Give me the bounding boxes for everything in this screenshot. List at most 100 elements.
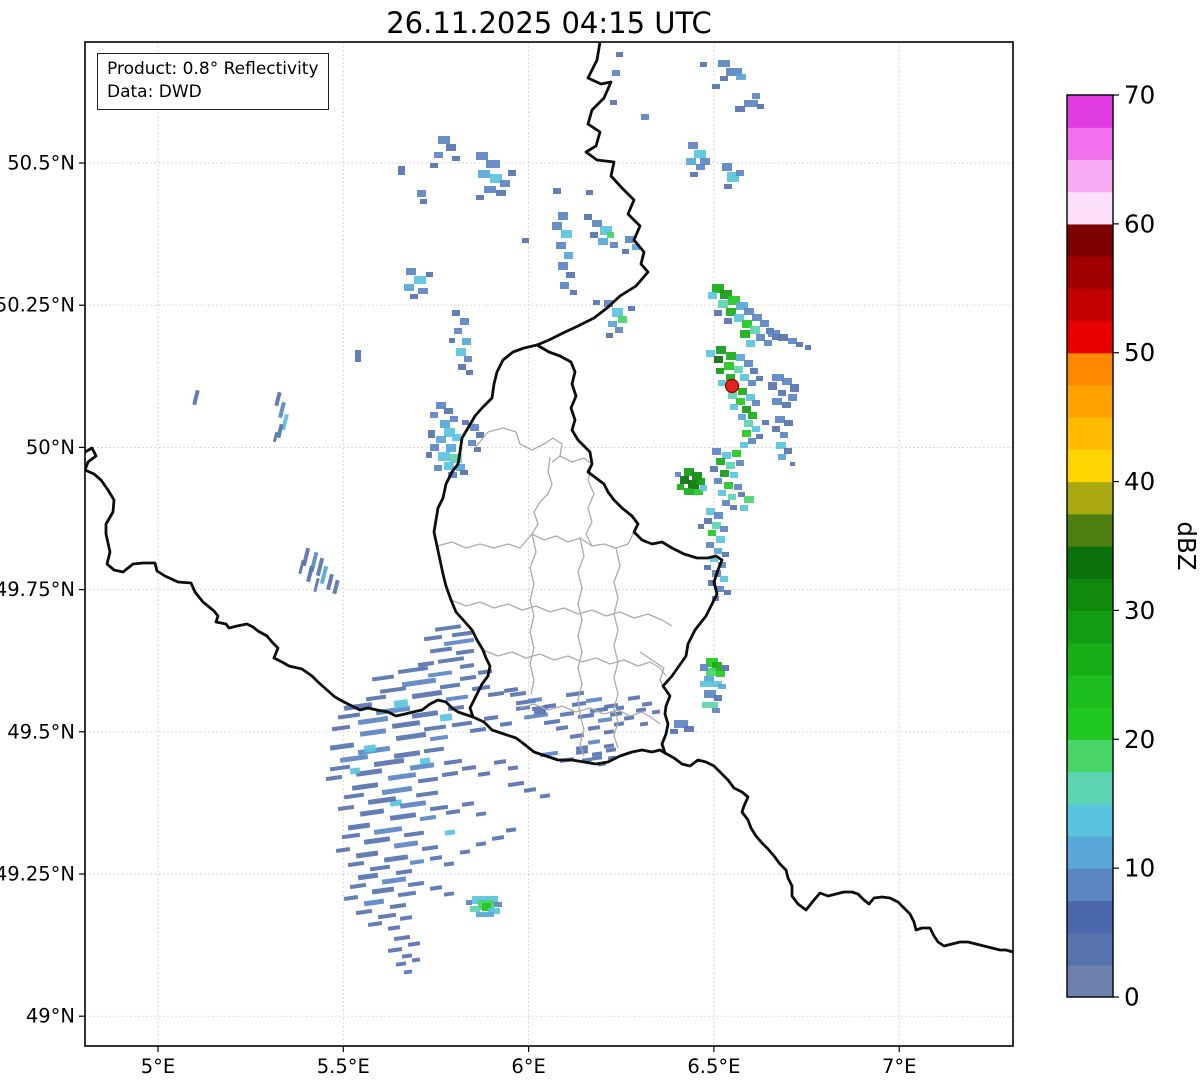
echo-cell xyxy=(427,670,453,678)
echo-cell xyxy=(434,624,462,632)
echo-cell xyxy=(414,276,426,284)
echo-cell xyxy=(784,420,793,426)
echo-cell xyxy=(439,713,453,722)
echo-cell xyxy=(539,793,551,799)
canton-border-line xyxy=(529,533,537,695)
echo-cell xyxy=(398,166,405,175)
colorbar-segment xyxy=(1067,256,1113,289)
echo-cell xyxy=(590,232,598,238)
echo-cell xyxy=(389,812,417,821)
echo-cell xyxy=(459,674,477,682)
echo-cell xyxy=(430,163,438,168)
echo-cell xyxy=(775,416,785,423)
echo-cell xyxy=(732,450,741,457)
echo-cell xyxy=(454,328,462,334)
echo-cell xyxy=(429,855,443,861)
echo-cell xyxy=(274,391,282,407)
echo-cell xyxy=(387,947,403,953)
echo-cell xyxy=(443,637,475,647)
echo-cell xyxy=(461,801,475,807)
echo-cell xyxy=(750,368,758,374)
echo-cell xyxy=(716,670,725,677)
echo-cell xyxy=(677,484,684,490)
echo-cell xyxy=(371,674,395,682)
echo-cell xyxy=(744,308,754,315)
echo-cell xyxy=(379,686,407,694)
gridlines xyxy=(85,42,1013,1046)
echo-cell xyxy=(458,364,466,370)
echo-cell xyxy=(437,656,465,664)
echo-cell xyxy=(684,488,694,495)
echo-cell xyxy=(417,776,439,784)
echo-cell xyxy=(339,754,369,763)
colorbar-segment xyxy=(1067,642,1113,676)
echo-cell xyxy=(764,340,772,346)
colorbar-tick-label: 70 xyxy=(1124,81,1155,110)
echo-cell xyxy=(740,505,748,511)
echo-cell xyxy=(706,508,715,515)
echo-cell xyxy=(612,70,620,76)
echo-cell xyxy=(776,442,786,449)
echo-cell xyxy=(740,330,750,338)
echo-cell xyxy=(736,460,744,466)
echo-cell xyxy=(192,389,200,406)
echo-cell xyxy=(651,709,661,715)
echo-cell xyxy=(355,350,361,362)
echo-cell xyxy=(722,665,729,671)
x-tick-label: 7°E xyxy=(882,1055,916,1078)
echo-cell xyxy=(688,142,698,149)
echo-cell xyxy=(371,886,395,895)
echo-cell xyxy=(355,850,379,859)
echo-cell xyxy=(744,100,758,107)
echo-cell xyxy=(720,576,728,582)
echo-cell xyxy=(462,420,469,425)
canton-border-line xyxy=(531,456,553,535)
colorbar-segment xyxy=(1067,159,1113,193)
echo-cell xyxy=(736,170,744,176)
echo-cell xyxy=(411,689,443,700)
echo-cell xyxy=(436,402,446,409)
echo-cell xyxy=(712,708,720,713)
echo-cell xyxy=(720,470,729,477)
echo-cell xyxy=(347,822,371,831)
canton-border-line xyxy=(577,537,585,757)
echo-cell xyxy=(736,398,745,405)
echo-cell xyxy=(778,390,786,396)
echo-cell xyxy=(598,238,608,245)
echo-cell xyxy=(438,452,450,461)
canton-border-line xyxy=(482,649,667,677)
echo-cell xyxy=(351,782,379,791)
echo-cell xyxy=(584,214,592,220)
canton-border-line xyxy=(613,547,621,749)
echo-cell xyxy=(419,814,437,822)
colorbar-segment xyxy=(1067,578,1113,612)
echo-cell xyxy=(421,844,439,852)
echo-cell xyxy=(404,284,414,291)
echo-cell xyxy=(788,338,797,344)
echo-cell xyxy=(331,724,351,732)
echo-cell xyxy=(712,84,720,89)
echo-cell xyxy=(716,458,725,465)
echo-cell xyxy=(784,448,792,454)
colorbar-segment xyxy=(1067,288,1113,322)
echo-cell xyxy=(552,222,562,230)
echo-cell xyxy=(429,885,443,891)
echo-cell xyxy=(752,426,760,432)
echo-cell xyxy=(730,505,737,510)
echo-cell xyxy=(714,512,723,519)
echo-cell xyxy=(325,774,343,782)
echo-cell xyxy=(760,320,769,327)
echo-cell xyxy=(778,454,786,460)
echo-cell xyxy=(736,74,746,80)
echo-cell xyxy=(507,765,519,771)
echo-cell xyxy=(477,771,491,777)
echo-cell xyxy=(694,150,706,158)
echo-cell xyxy=(401,677,437,688)
echo-cell xyxy=(503,687,519,693)
colorbar-tick-label: 10 xyxy=(1124,854,1155,883)
echo-cell xyxy=(407,880,425,888)
echo-cell xyxy=(716,368,724,374)
echo-cell xyxy=(466,370,473,375)
echo-cell xyxy=(401,953,413,959)
echo-cell xyxy=(449,338,455,343)
